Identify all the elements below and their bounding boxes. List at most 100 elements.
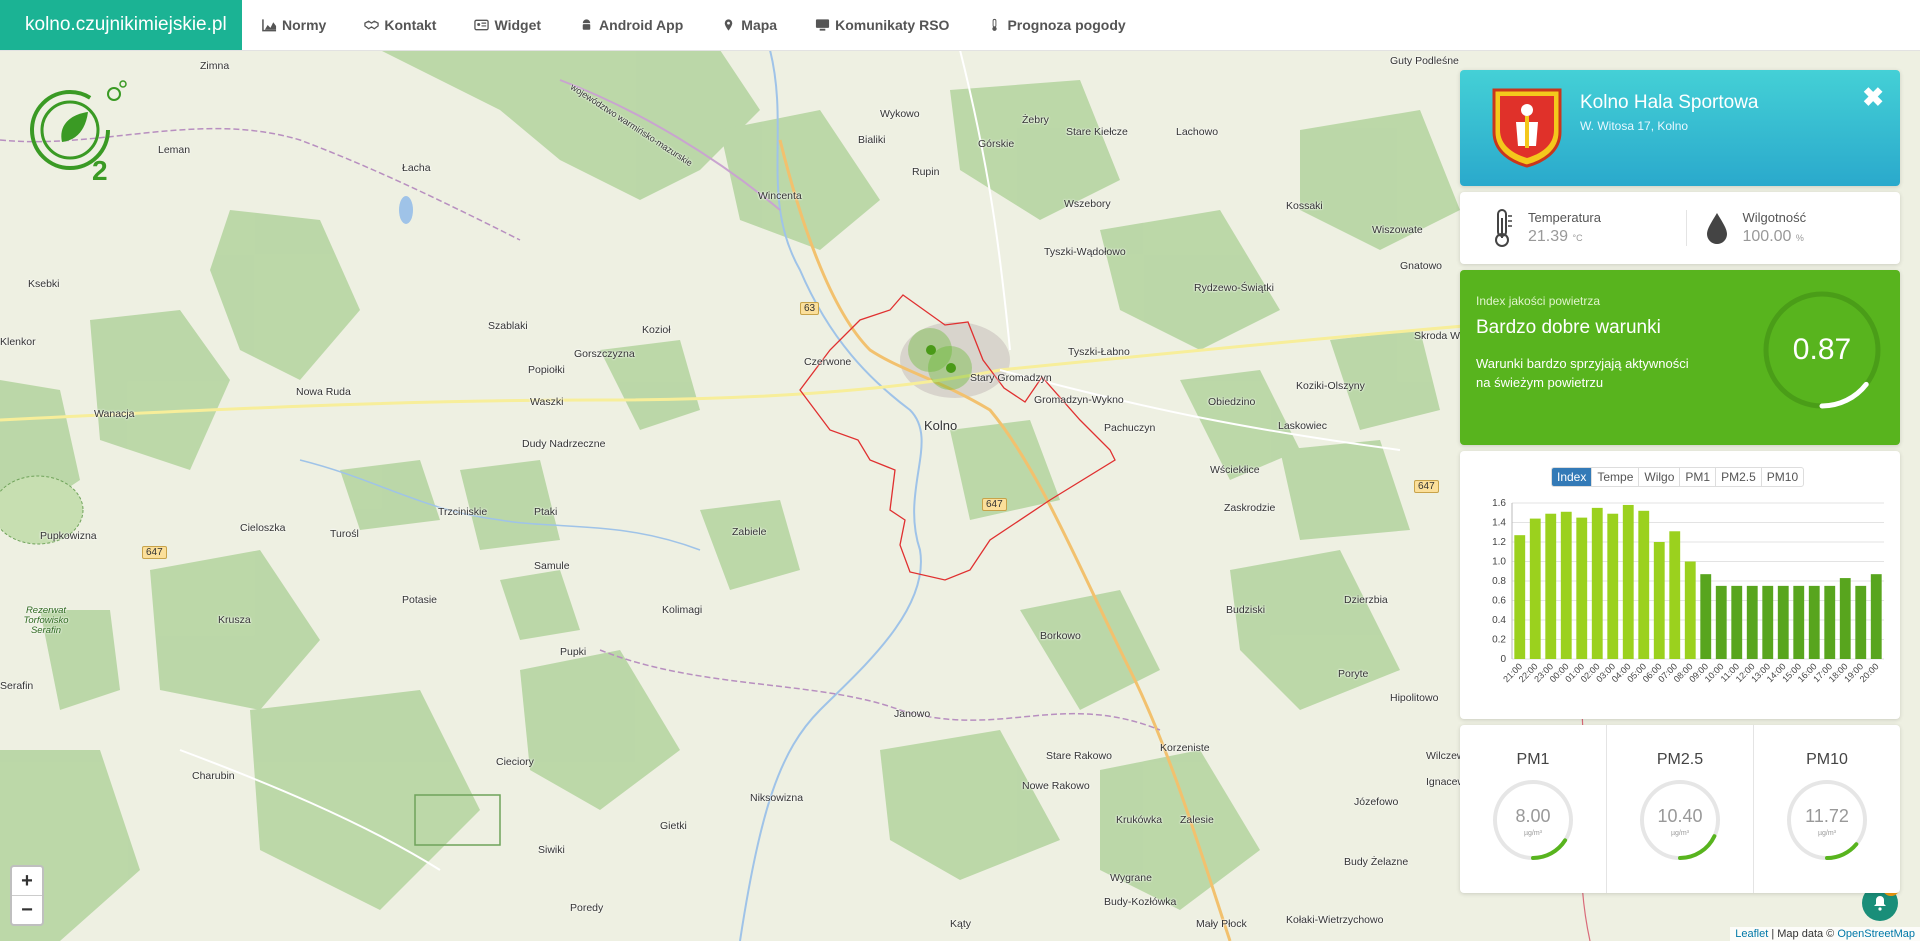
map-place: Ptaki — [534, 506, 558, 518]
aqi-description: Warunki bardzo sprzyjają aktywności na ś… — [1476, 356, 1689, 390]
temperature-label: Temperatura — [1528, 210, 1601, 225]
map-place: Wygrane — [1110, 872, 1152, 884]
chart-bar — [1545, 513, 1557, 659]
android-icon — [582, 19, 591, 30]
history-bar-chart: 00.20.40.60.81.01.21.41.621:0022:0023:00… — [1492, 498, 1884, 684]
map-place: Wszebory — [1064, 198, 1111, 210]
map-place: Wincenta — [758, 190, 802, 202]
humidity-cell: Wilgotność 100.00 % — [1685, 210, 1901, 246]
map-place: Wiszowate — [1372, 224, 1423, 236]
map-place: Stare Rakowo — [1046, 750, 1112, 762]
pm1-unit: µg/m³ — [1523, 830, 1543, 837]
zoom-out-button[interactable]: − — [12, 896, 42, 924]
station-panel: Kolno Hala Sportowa W. Witosa 17, Kolno … — [1460, 70, 1900, 899]
nav-kontakt[interactable]: Kontakt — [364, 17, 436, 33]
map-place: Gromadzyn-Wykno — [1034, 394, 1124, 406]
zoom-in-button[interactable]: + — [12, 867, 42, 896]
map-place: Poryte — [1338, 668, 1369, 680]
road-number: 647 — [142, 546, 167, 559]
chart-bar — [1653, 542, 1665, 659]
map-place: Serafin — [0, 680, 34, 692]
nav-komunikaty-rso[interactable]: Komunikaty RSO — [815, 17, 949, 33]
map-place: Mały Płock — [1196, 918, 1247, 930]
humidity-unit: % — [1795, 233, 1804, 243]
nav-widget-label: Widget — [494, 17, 542, 33]
chart-bar — [1793, 585, 1805, 659]
map-place: Dudy Nadrzeczne — [522, 438, 606, 450]
history-chart-card: Index Tempe Wilgo PM1 PM2.5 PM10 0 0.2 0.4… — [1460, 451, 1900, 719]
map-place: Budy-Kozłówka — [1104, 896, 1177, 908]
chart-bar — [1638, 510, 1650, 659]
o2-logo: 2 — [30, 80, 127, 186]
close-panel-button[interactable]: ✖ — [1862, 82, 1884, 113]
nav-android-app[interactable]: Android App — [579, 17, 683, 33]
temperature-cell: Temperatura 21.39 °C — [1460, 208, 1686, 248]
map-place: Wykowo — [880, 108, 920, 120]
chart-bar — [1870, 574, 1882, 659]
y-tick-label: 1.0 — [1492, 557, 1506, 568]
map-place: Ksebki — [28, 278, 60, 290]
chart-bar — [1622, 504, 1634, 659]
site-brand[interactable]: kolno.czujnikimiejskie.pl — [0, 0, 242, 50]
map-place: Tyszki-Wądołowo — [1044, 246, 1126, 258]
map-place: Stare Kiełcze — [1066, 126, 1128, 138]
chart-bar — [1529, 518, 1541, 659]
map-place: Górskie — [978, 138, 1015, 150]
pm25-label: PM2.5 — [1656, 751, 1704, 768]
chart-bar — [1591, 507, 1603, 659]
map-place: Kozioł — [642, 324, 671, 336]
map-place: Czerwone — [804, 356, 852, 368]
nav-mapa[interactable]: Mapa — [721, 17, 777, 33]
reserve-label: Rezerwat Torfowisko Serafin — [23, 605, 69, 636]
humidity-value: 100.00 — [1742, 228, 1792, 245]
y-tick-label: 0.4 — [1492, 615, 1506, 626]
map-place: Stary Gromadzyn — [970, 372, 1052, 384]
station-header: Kolno Hala Sportowa W. Witosa 17, Kolno … — [1460, 70, 1900, 186]
map-place: Pachuczyn — [1104, 422, 1156, 434]
nav-menu: Normy Kontakt Widget Android App Mapa Ko… — [262, 17, 1164, 33]
pm1-label: PM1 — [1516, 751, 1550, 768]
chart-bar — [1839, 578, 1851, 659]
map-place: Krusza — [218, 614, 251, 626]
map-place: Leman — [158, 144, 191, 156]
kolno-coat-of-arms — [1492, 88, 1562, 168]
chart-bar — [1808, 585, 1820, 659]
chart-bar — [1700, 574, 1712, 659]
osm-link[interactable]: OpenStreetMap — [1837, 928, 1915, 940]
nav-mapa-label: Mapa — [741, 17, 778, 33]
nav-prognoza-pogody[interactable]: Prognoza pogody — [987, 17, 1126, 33]
pm1-value: 8.00 — [1515, 806, 1551, 826]
map-attribution: Leaflet | Map data © OpenStreetMap — [1730, 927, 1920, 941]
map-place: Korzeniste — [1160, 742, 1210, 754]
chart-area-icon — [262, 19, 277, 32]
nav-widget[interactable]: Widget — [474, 17, 541, 33]
chart-bar — [1560, 511, 1572, 659]
map-place: Tyszki-Łabno — [1068, 346, 1130, 358]
nav-normy[interactable]: Normy — [262, 17, 326, 33]
leaflet-link[interactable]: Leaflet — [1735, 928, 1768, 940]
map-place: Łacha — [402, 162, 431, 174]
chart-bar — [1855, 585, 1867, 659]
y-tick-label: 0.8 — [1492, 576, 1506, 587]
map-place: Wściekłice — [1210, 464, 1260, 476]
map-place: Obiedzino — [1208, 396, 1256, 408]
nav-prognoza-label: Prognoza pogody — [1007, 17, 1126, 33]
map-place: Dzierzbia — [1344, 594, 1388, 606]
map-place: Zabiele — [732, 526, 767, 538]
map-place: Laskowiec — [1278, 420, 1328, 432]
air-quality-card: Index jakości powietrza Bardzo dobre war… — [1460, 270, 1900, 445]
map-marker-icon — [725, 19, 733, 31]
pm10-unit: µg/m³ — [1817, 830, 1837, 837]
pm25-value: 10.40 — [1657, 806, 1703, 826]
map-place: Guty Podleśne — [1390, 55, 1459, 67]
weather-card: Temperatura 21.39 °C Wilgotność 100.00 % — [1460, 192, 1900, 264]
map-place: Kossaki — [1286, 200, 1323, 212]
map-place: Zalesie — [1180, 814, 1214, 826]
map-place: Cieloszka — [240, 522, 286, 534]
chart-bar — [1824, 585, 1836, 659]
map-place: Potasie — [402, 594, 438, 606]
map-place: Siwiki — [538, 844, 565, 856]
pm10-label: PM10 — [1806, 751, 1848, 768]
map-place: Gietki — [660, 820, 687, 832]
map-place: Rydzewo-Świątki — [1194, 282, 1274, 294]
